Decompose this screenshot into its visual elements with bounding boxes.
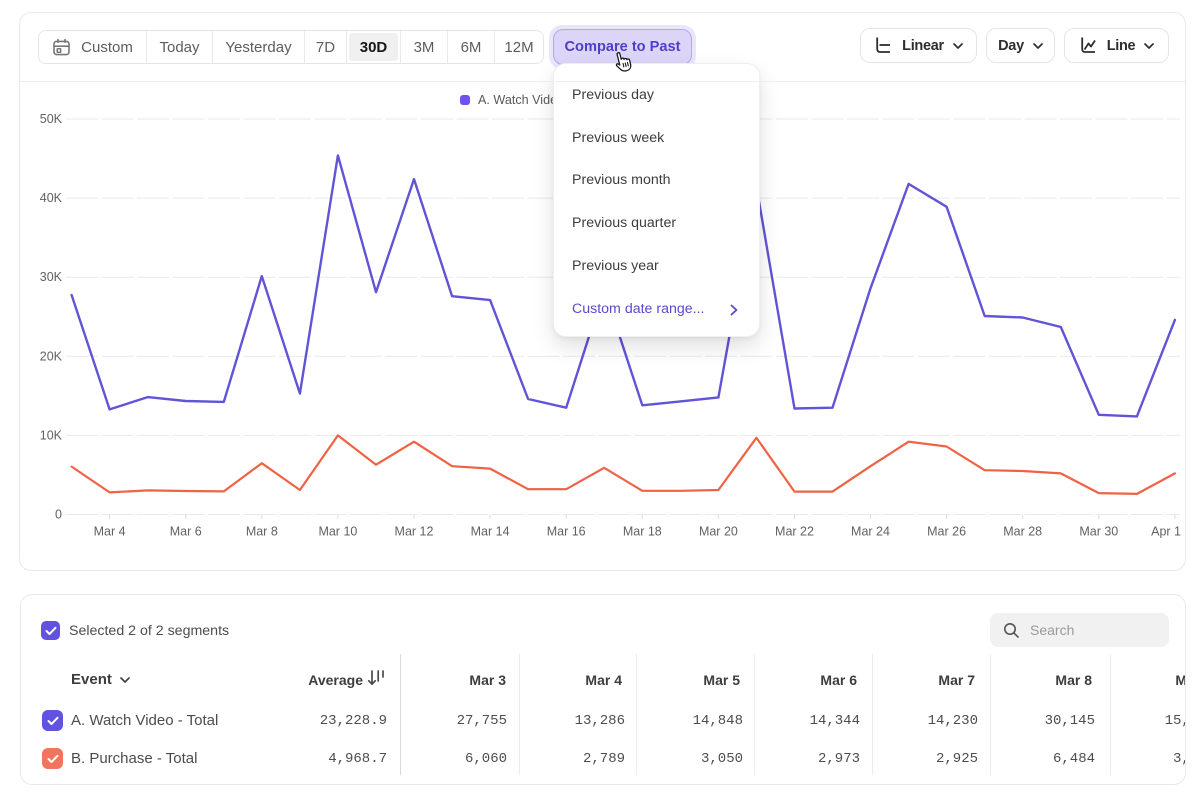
- svg-text:20K: 20K: [40, 349, 63, 363]
- svg-text:Mar 6: Mar 6: [170, 525, 202, 539]
- svg-text:40K: 40K: [40, 191, 63, 205]
- svg-text:0: 0: [55, 508, 62, 522]
- svg-text:10K: 10K: [40, 428, 63, 442]
- svg-text:Mar 12: Mar 12: [395, 525, 434, 539]
- svg-text:Mar 26: Mar 26: [927, 525, 966, 539]
- svg-text:30K: 30K: [40, 270, 63, 284]
- svg-text:Mar 14: Mar 14: [471, 525, 510, 539]
- svg-text:Mar 28: Mar 28: [1003, 525, 1042, 539]
- svg-text:Apr 1: Apr 1: [1151, 525, 1181, 539]
- svg-text:Mar 10: Mar 10: [318, 525, 357, 539]
- svg-text:50K: 50K: [40, 112, 63, 126]
- svg-text:Mar 22: Mar 22: [775, 525, 814, 539]
- svg-text:Mar 24: Mar 24: [851, 525, 890, 539]
- svg-text:Mar 20: Mar 20: [699, 525, 738, 539]
- svg-text:Mar 30: Mar 30: [1079, 525, 1118, 539]
- svg-text:Mar 18: Mar 18: [623, 525, 662, 539]
- svg-text:Mar 4: Mar 4: [94, 525, 126, 539]
- svg-text:Mar 8: Mar 8: [246, 525, 278, 539]
- svg-text:Mar 16: Mar 16: [547, 525, 586, 539]
